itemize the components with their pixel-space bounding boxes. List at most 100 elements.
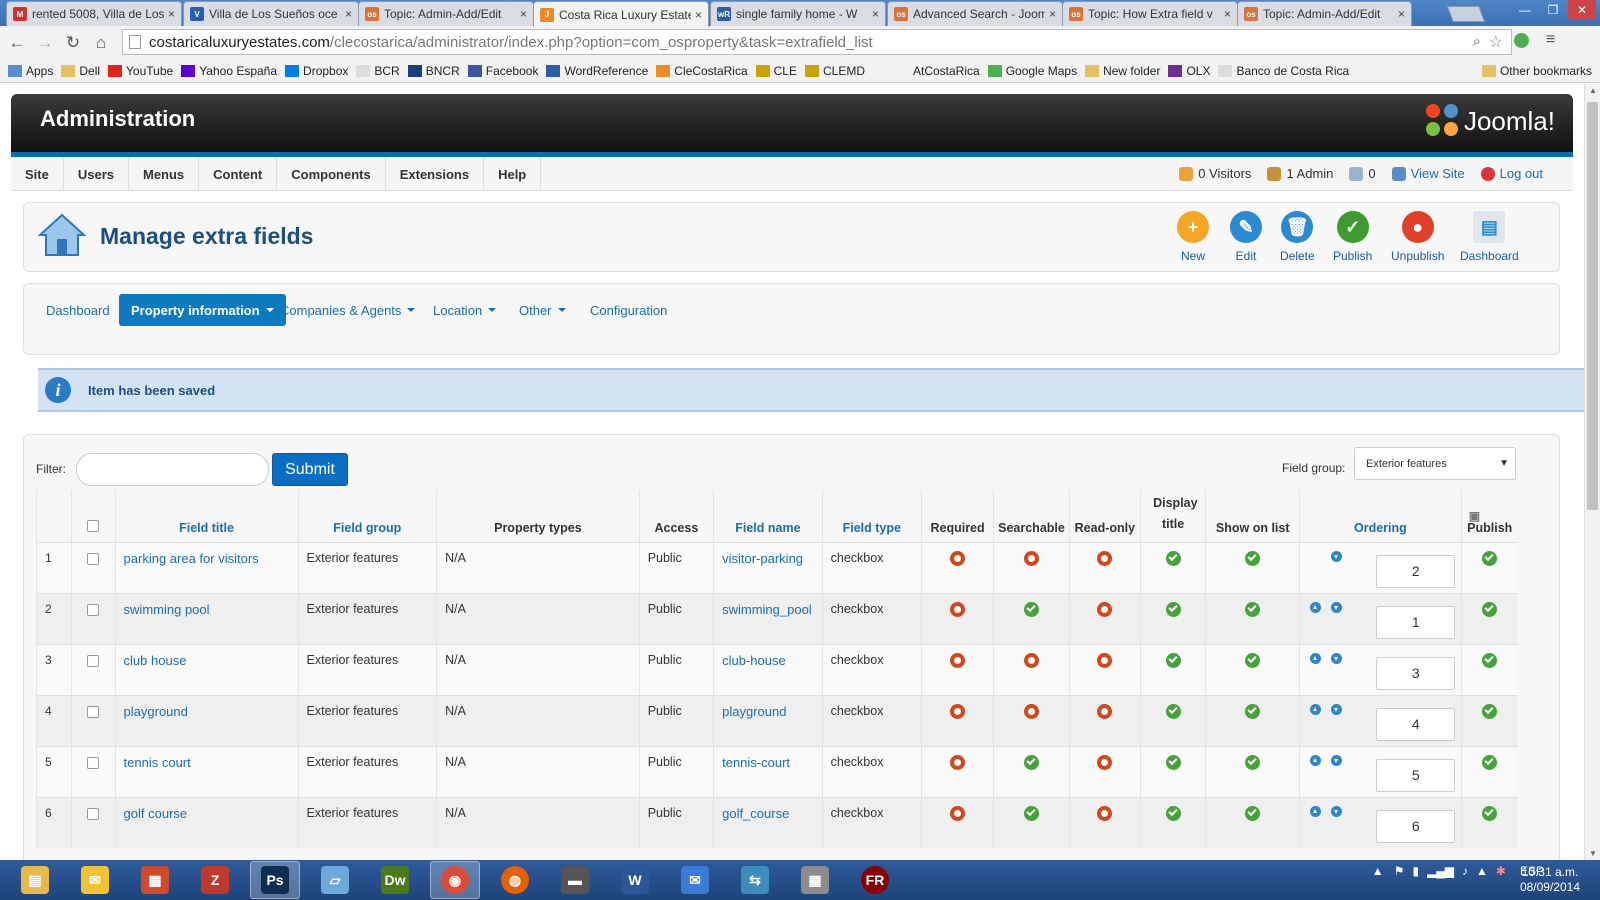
field-title-link[interactable]: tennis court bbox=[114, 745, 299, 797]
close-window-button[interactable]: ✕ bbox=[1568, 0, 1596, 20]
check-icon[interactable] bbox=[1482, 601, 1498, 617]
check-icon[interactable] bbox=[1482, 754, 1498, 770]
ordering-input[interactable]: 4 bbox=[1376, 707, 1456, 741]
check-icon[interactable] bbox=[1165, 754, 1181, 770]
subnav-item[interactable]: Dashboard bbox=[34, 294, 122, 326]
admin-menu-item[interactable]: Users bbox=[64, 157, 129, 191]
other-bookmarks[interactable]: Other bookmarks bbox=[1481, 64, 1592, 78]
bookmark-item[interactable]: CleCostaRica bbox=[656, 64, 748, 78]
minimize-button[interactable]: — bbox=[1512, 0, 1538, 20]
move-down-icon[interactable] bbox=[1331, 754, 1343, 766]
taskbar-app[interactable]: ▦ bbox=[790, 861, 840, 899]
close-tab-icon[interactable]: × bbox=[1224, 7, 1231, 21]
unpublished-icon[interactable] bbox=[1097, 805, 1113, 821]
move-down-icon[interactable] bbox=[1331, 805, 1343, 817]
bookmark-item[interactable]: Dell bbox=[61, 64, 100, 78]
drive-icon[interactable]: ▲ bbox=[1476, 864, 1488, 878]
bookmark-item[interactable]: WordReference bbox=[546, 64, 648, 78]
column-header[interactable]: Field name bbox=[713, 490, 823, 542]
check-icon[interactable] bbox=[1482, 652, 1498, 668]
filter-input[interactable] bbox=[76, 453, 269, 486]
ordering-input[interactable]: 1 bbox=[1376, 605, 1456, 639]
browser-tab[interactable]: Mrented 5008, Villa de Los × bbox=[6, 1, 182, 26]
bookmark-item[interactable]: New folder bbox=[1085, 64, 1160, 78]
check-icon[interactable] bbox=[1165, 703, 1181, 719]
admin-menu-item[interactable]: Extensions bbox=[386, 157, 485, 191]
field-name-link[interactable]: club-house bbox=[713, 643, 823, 695]
menu-icon[interactable]: ≡ bbox=[1546, 31, 1555, 49]
field-title-link[interactable]: golf course bbox=[114, 796, 299, 848]
zoom-icon[interactable]: ⌕ bbox=[1473, 33, 1481, 50]
bookmark-item[interactable]: Dropbox bbox=[285, 64, 348, 78]
unpublished-icon[interactable] bbox=[1097, 703, 1113, 719]
taskbar-app[interactable]: Dw bbox=[370, 861, 420, 899]
reload-icon[interactable]: ↻ bbox=[59, 29, 87, 57]
taskbar-app[interactable]: FR bbox=[850, 861, 900, 899]
taskbar-app[interactable]: ▱ bbox=[310, 861, 360, 899]
field-title-link[interactable]: parking area for visitors bbox=[114, 541, 299, 593]
clock[interactable]: 10:31 a.m. 08/09/2014 bbox=[1520, 865, 1580, 895]
flag-icon[interactable]: ⚑ bbox=[1394, 864, 1405, 878]
move-down-icon[interactable] bbox=[1331, 550, 1343, 562]
close-tab-icon[interactable]: × bbox=[1398, 7, 1405, 21]
field-title-link[interactable]: swimming pool bbox=[114, 592, 299, 644]
subnav-item[interactable]: Configuration bbox=[578, 294, 679, 326]
row-checkbox[interactable] bbox=[87, 807, 100, 820]
unpublished-icon[interactable] bbox=[1097, 754, 1113, 770]
address-bar[interactable]: costaricaluxuryestates.com/clecostarica/… bbox=[122, 29, 1512, 55]
field-group-select[interactable]: Exterior features ▼ bbox=[1354, 447, 1516, 480]
unpublished-icon[interactable] bbox=[950, 754, 966, 770]
row-checkbox[interactable] bbox=[87, 603, 100, 616]
dashboard-button[interactable]: ▤ Dashboard bbox=[1460, 211, 1519, 263]
maximize-button[interactable]: ❐ bbox=[1540, 0, 1566, 20]
submit-button[interactable]: Submit bbox=[272, 453, 348, 486]
move-up-icon[interactable] bbox=[1310, 754, 1322, 766]
field-name-link[interactable]: golf_course bbox=[713, 796, 823, 848]
field-name-link[interactable]: visitor-parking bbox=[713, 541, 823, 593]
admin-menu-item[interactable]: Menus bbox=[129, 157, 200, 191]
subnav-item[interactable]: Companies & Agents bbox=[268, 294, 427, 326]
browser-tab[interactable]: os Advanced Search - Joom × bbox=[887, 1, 1063, 26]
check-icon[interactable] bbox=[1165, 805, 1181, 821]
delete-button[interactable]: 🗑 Delete bbox=[1280, 211, 1315, 263]
browser-tab[interactable]: V Villa de Los Sueños oce × bbox=[183, 1, 359, 26]
close-tab-icon[interactable]: × bbox=[345, 7, 352, 21]
field-title-link[interactable]: club house bbox=[114, 643, 299, 695]
move-up-icon[interactable] bbox=[1310, 601, 1322, 613]
ordering-input[interactable]: 2 bbox=[1376, 554, 1456, 588]
field-title-link[interactable]: playground bbox=[114, 694, 299, 746]
column-header[interactable]: Field group bbox=[297, 490, 437, 542]
field-name-link[interactable]: playground bbox=[713, 694, 823, 746]
browser-tab[interactable]: os Topic: Admin-Add/Edit × bbox=[358, 1, 534, 26]
subnav-item[interactable]: Location bbox=[421, 294, 508, 326]
close-tab-icon[interactable]: × bbox=[520, 7, 527, 21]
taskbar-app[interactable]: ▦ bbox=[130, 861, 180, 899]
close-tab-icon[interactable]: × bbox=[1049, 7, 1056, 21]
check-icon[interactable] bbox=[1482, 805, 1498, 821]
battery-icon[interactable]: ▮ bbox=[1412, 864, 1419, 878]
move-down-icon[interactable] bbox=[1331, 652, 1343, 664]
row-checkbox[interactable] bbox=[87, 654, 100, 667]
unpublished-icon[interactable] bbox=[1097, 652, 1113, 668]
move-up-icon[interactable] bbox=[1310, 805, 1322, 817]
row-checkbox[interactable] bbox=[87, 552, 100, 565]
taskbar-app[interactable]: ◉ bbox=[430, 861, 480, 899]
check-icon[interactable] bbox=[1245, 703, 1261, 719]
taskbar-app[interactable]: Ps bbox=[250, 861, 300, 899]
row-checkbox[interactable] bbox=[87, 705, 100, 718]
browser-tab[interactable]: os Topic: Admin-Add/Edit × bbox=[1237, 1, 1412, 26]
page-scrollbar[interactable]: ▲ ▼ bbox=[1584, 84, 1600, 860]
column-header[interactable]: Ordering ▣ bbox=[1299, 490, 1480, 542]
volume-icon[interactable]: ♪ bbox=[1462, 864, 1468, 878]
check-icon[interactable] bbox=[1165, 550, 1181, 566]
extension-icon[interactable] bbox=[1514, 33, 1529, 48]
admin-menu-item[interactable]: Components bbox=[277, 157, 386, 191]
unpublish-button[interactable]: ● Unpublish bbox=[1391, 211, 1444, 263]
signal-icon[interactable]: ▂▄▆ bbox=[1427, 864, 1454, 878]
unpublished-icon[interactable] bbox=[950, 703, 966, 719]
unpublished-icon[interactable] bbox=[950, 550, 966, 566]
publish-button[interactable]: ✓ Publish bbox=[1333, 211, 1372, 263]
taskbar-app[interactable]: ▤ bbox=[10, 861, 60, 899]
bookmark-item[interactable]: Facebook bbox=[467, 64, 538, 78]
bookmark-item[interactable]: Yahoo España bbox=[181, 64, 277, 78]
